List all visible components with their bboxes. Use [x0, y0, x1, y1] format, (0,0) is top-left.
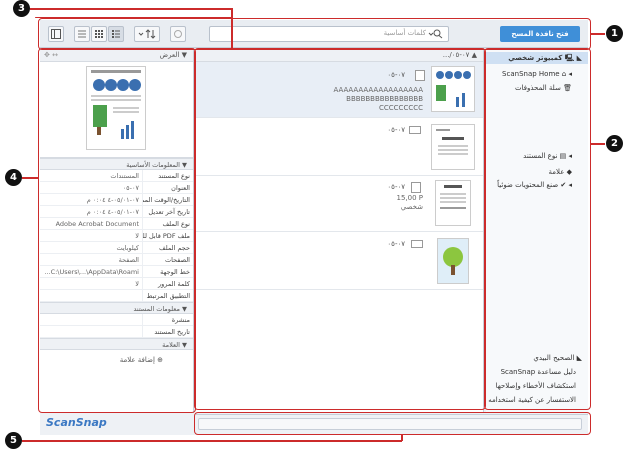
callout-frame-toolbar: [38, 18, 591, 50]
leader-line-1: [591, 33, 605, 35]
callout-frame-status: [194, 412, 591, 435]
callout-frame-list: [194, 48, 486, 410]
leader-line-2: [591, 143, 605, 145]
leader-line-5-vertical: [401, 435, 403, 441]
callout-frame-nav: [484, 48, 591, 410]
scansnap-logo: ScanSnap: [46, 416, 107, 429]
callout-frame-info: [38, 48, 196, 413]
callout-badge-5: 5: [5, 432, 22, 449]
leader-line-4: [22, 177, 38, 179]
callout-badge-3: 3: [13, 0, 30, 17]
callout-badge-2: 2: [606, 135, 623, 152]
leader-line-3-vertical: [231, 8, 233, 50]
callout-badge-1: 1: [606, 25, 623, 42]
callout-badge-4: 4: [5, 169, 22, 186]
leader-line-3: [30, 8, 232, 10]
leader-line-5: [22, 440, 402, 442]
callout-leader-3: [35, 17, 232, 18]
